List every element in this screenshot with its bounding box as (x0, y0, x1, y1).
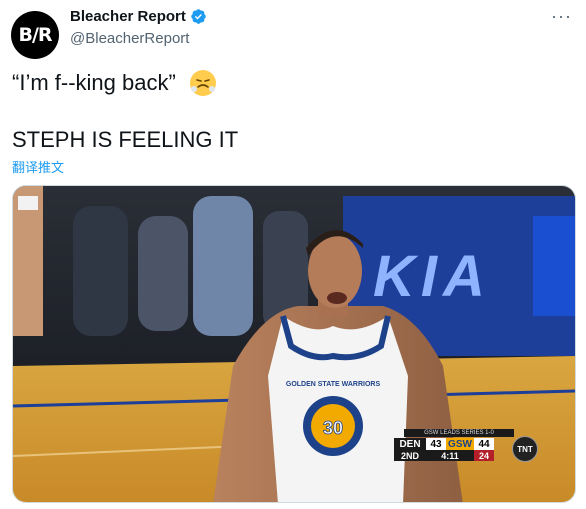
jersey-number: 30 (323, 418, 343, 438)
author-name-row[interactable]: Bleacher Report (70, 8, 207, 25)
score-bug: GSW LEADS SERIES 1-0 DEN 43 GSW 44 2ND 4… (374, 429, 514, 462)
quarter: 2ND (394, 450, 426, 461)
verified-badge-icon (191, 9, 206, 24)
series-status: GSW LEADS SERIES 1-0 (404, 429, 514, 437)
display-name[interactable]: Bleacher Report (70, 8, 186, 25)
avatar-logo: B/R (18, 24, 52, 46)
game-clock: 4:11 (426, 450, 474, 461)
arena-sign-text: KIA (373, 244, 491, 309)
more-options-icon[interactable]: ··· (551, 6, 572, 27)
face-with-steam-emoji-icon (189, 70, 216, 96)
jersey-text: GOLDEN STATE WARRIORS (286, 381, 381, 388)
tweet-media-video[interactable]: KIA 30 GOLDEN STATE WARRIORS GSW LEADS S… (12, 185, 576, 503)
score-gsw: 44 (474, 438, 494, 450)
tweet-text-line-2: STEPH IS FEELING IT (12, 127, 239, 152)
tnt-logo: TNT (512, 436, 538, 462)
game-clock-row: 2ND 4:11 24 (394, 450, 494, 461)
translate-tweet-link[interactable]: 翻译推文 (12, 157, 64, 176)
tweet-text-line-1: “I’m f--king back” (12, 70, 216, 96)
team-den: DEN (394, 438, 426, 450)
score-row: DEN 43 GSW 44 (394, 438, 494, 450)
avatar[interactable]: B/R (11, 11, 59, 59)
score-den: 43 (426, 438, 446, 450)
author-handle[interactable]: @BleacherReport (70, 30, 189, 47)
shot-clock: 24 (474, 450, 494, 461)
team-gsw: GSW (446, 438, 474, 450)
quote-text: “I’m f--king back” (12, 70, 176, 95)
